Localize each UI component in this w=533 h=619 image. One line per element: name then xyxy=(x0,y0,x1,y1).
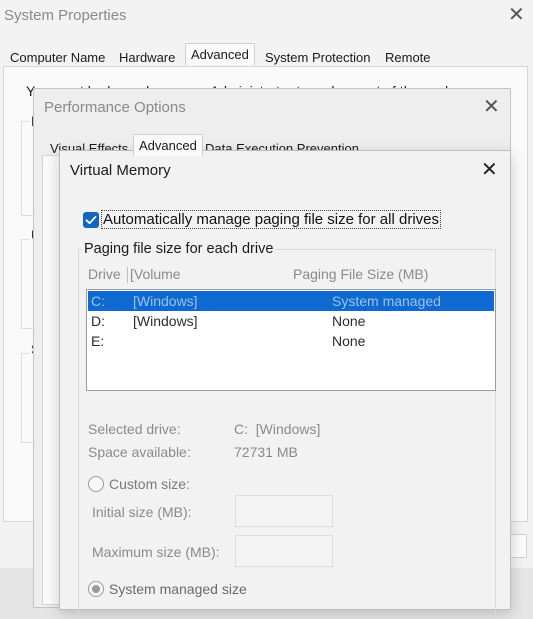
tab-hardware[interactable]: Hardware xyxy=(114,46,180,68)
column-separator xyxy=(127,267,128,283)
initial-size-input[interactable] xyxy=(235,495,333,527)
drive-paging-size: None xyxy=(332,333,366,349)
custom-size-label[interactable]: Custom size: xyxy=(109,476,190,492)
drive-letter: D: xyxy=(91,313,105,329)
drive-volume: [Windows] xyxy=(133,293,198,309)
maximum-size-input[interactable] xyxy=(235,535,333,567)
virtual-memory-dialog: Virtual Memory ✕ Automatically manage pa… xyxy=(59,150,511,619)
drive-paging-size: System managed xyxy=(332,293,441,309)
tab-system-protection[interactable]: System Protection xyxy=(260,46,376,68)
list-item[interactable]: D: [Windows] None xyxy=(88,311,494,331)
close-icon[interactable]: ✕ xyxy=(508,5,525,25)
maximum-size-label: Maximum size (MB): xyxy=(92,544,220,560)
checkmark-icon xyxy=(85,215,97,225)
drive-list[interactable]: C: [Windows] System managed D: [Windows]… xyxy=(86,289,496,391)
column-header-volume: [Volume xyxy=(130,266,181,282)
tab-advanced[interactable]: Advanced xyxy=(185,43,255,65)
list-item[interactable]: C: [Windows] System managed xyxy=(88,291,494,311)
selected-drive-value: C: [Windows] xyxy=(234,421,321,437)
auto-manage-checkbox[interactable] xyxy=(83,212,99,228)
tab-computer-name[interactable]: Computer Name xyxy=(5,46,110,68)
dialog-title: Virtual Memory xyxy=(70,162,171,179)
system-managed-radio[interactable] xyxy=(88,581,104,597)
auto-manage-label[interactable]: Automatically manage paging file size fo… xyxy=(101,210,441,229)
list-item[interactable]: E: None xyxy=(88,331,494,351)
column-header-drive: Drive xyxy=(88,266,121,282)
custom-size-radio[interactable] xyxy=(88,476,104,492)
space-available-label: Space available: xyxy=(88,444,191,460)
paging-file-group-label: Paging file size for each drive xyxy=(82,241,276,257)
selected-drive-label: Selected drive: xyxy=(88,421,181,437)
drive-letter: C: xyxy=(91,293,105,309)
drive-paging-size: None xyxy=(332,313,366,329)
close-icon[interactable]: ✕ xyxy=(483,97,500,117)
drive-volume: [Windows] xyxy=(133,313,198,329)
close-icon[interactable]: ✕ xyxy=(481,160,498,180)
tab-remote[interactable]: Remote xyxy=(380,46,436,68)
window-title: System Properties xyxy=(4,7,127,24)
initial-size-label: Initial size (MB): xyxy=(92,504,192,520)
space-available-value: 72731 MB xyxy=(234,444,298,460)
drive-letter: E: xyxy=(91,333,105,349)
window-title: Performance Options xyxy=(44,99,186,116)
tab-advanced[interactable]: Advanced xyxy=(133,134,203,156)
column-header-size: Paging File Size (MB) xyxy=(293,266,429,282)
system-managed-label[interactable]: System managed size xyxy=(109,581,247,597)
